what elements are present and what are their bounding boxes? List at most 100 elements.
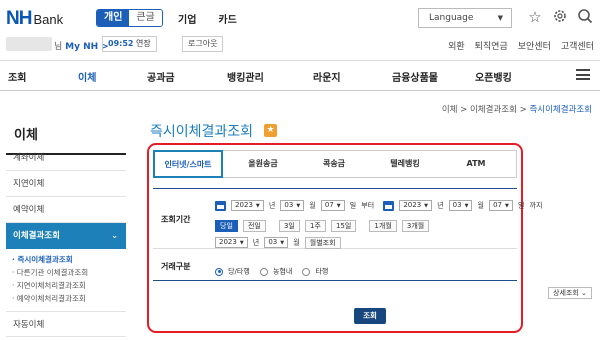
user-name-masked — [6, 37, 52, 51]
radio-within-nh[interactable] — [259, 267, 268, 276]
tab-atm[interactable]: ATM — [441, 151, 511, 177]
caret-down-icon: ▼ — [280, 240, 285, 246]
menu-icon[interactable] — [576, 69, 590, 80]
detail-search-select[interactable]: 상세조회 ⌄ — [548, 287, 592, 299]
logo-bank: Bank — [33, 12, 64, 27]
session-extend-button[interactable]: 09:52 연장 — [102, 36, 157, 52]
util-pension[interactable]: 퇴직연금 — [475, 39, 508, 52]
radio-other-banks-label: 타행 — [315, 267, 329, 276]
nav-product-mall[interactable]: 금융상품몰 — [392, 69, 438, 84]
breadcrumb-item[interactable]: 이체 — [442, 105, 458, 115]
caret-down-icon: ▼ — [505, 203, 509, 209]
nav-banking-management[interactable]: 뱅킹관리 — [227, 69, 264, 84]
sidebar-item-transfer-results[interactable]: 이체결과조회 ⌄ — [6, 223, 126, 249]
calendar-icon[interactable] — [215, 200, 226, 211]
logout-button[interactable]: 로그아웃 — [182, 36, 224, 52]
to-month-value: 03 — [452, 201, 462, 209]
personal-toggle[interactable]: 개인 — [97, 10, 130, 26]
star-icon[interactable]: ☆ — [526, 8, 544, 26]
my-nh-link[interactable]: 님 My NH > — [54, 39, 109, 52]
period-row: 조회기간 2023 ▼ 년 03 ▼ 월 07 ▼ 일 부터 2023 ▼ 년 03 ▼ … — [153, 189, 542, 249]
period-1week-button[interactable]: 1주 — [304, 219, 326, 232]
session-time: 09:52 — [108, 39, 134, 48]
from-day-value: 07 — [324, 201, 334, 209]
nav-lounge[interactable]: 라운지 — [313, 69, 341, 84]
favorite-star-icon[interactable]: ★ — [264, 124, 277, 137]
monthly-search-button[interactable]: 월별조회 — [304, 236, 341, 249]
calendar-icon[interactable] — [383, 200, 395, 211]
nav-utility-bills[interactable]: 공과금 — [147, 69, 175, 84]
monthly-month-select[interactable]: 03 ▼ — [264, 237, 289, 248]
caret-down-icon: ▼ — [239, 240, 244, 246]
from-day-select[interactable]: 07 ▼ — [320, 200, 345, 211]
radio-within-nh-label: 농협내 — [272, 267, 293, 276]
from-year-select[interactable]: 2023 ▼ — [231, 200, 264, 211]
unit-month: 월 — [293, 238, 300, 247]
period-label: 조회기간 — [161, 215, 191, 224]
sidebar-item-account-transfer[interactable]: 계좌이체 — [6, 145, 126, 171]
large-text-toggle[interactable]: 큰글 — [129, 10, 162, 26]
nav-inquiry[interactable]: 조회 — [8, 69, 26, 84]
from-month-value: 03 — [284, 201, 294, 209]
period-3day-button[interactable]: 3일 — [278, 219, 300, 232]
sidebar-sub-scheduled-results[interactable]: · 예약이체처리결과조회 — [12, 293, 86, 304]
nav-open-banking[interactable]: 오픈뱅킹 — [475, 69, 512, 84]
breadcrumb-current: 즉시이체결과조회 — [529, 105, 592, 115]
unit-day: 일 — [349, 201, 357, 210]
sidebar-item-auto-transfer[interactable]: 자동이체 — [6, 311, 126, 337]
util-forex[interactable]: 외환 — [448, 39, 465, 52]
sidebar-sub-delayed-results[interactable]: · 지연이체처리결과조회 — [12, 280, 86, 291]
nav-transfer[interactable]: 이체 — [78, 69, 96, 84]
breadcrumb-item[interactable]: 이체결과조회 — [470, 105, 517, 115]
mode-toggle[interactable]: 개인 큰글 — [96, 9, 163, 27]
type-label: 거래구분 — [161, 262, 191, 271]
breadcrumb: 이체 > 이체결과조회 > 즉시이체결과조회 — [442, 103, 592, 115]
sidebar-sub-instant-results[interactable]: · 즉시이체결과조회 — [12, 254, 73, 265]
topnav-corporate[interactable]: 기업 — [178, 11, 196, 26]
tab-allone-remit[interactable]: 올원송금 — [228, 151, 298, 177]
period-today-button[interactable]: 당일 — [215, 219, 238, 232]
unit-day: 일 — [517, 201, 525, 210]
nh-bank-logo[interactable]: NH Bank — [6, 8, 63, 30]
utility-links: 외환 퇴직연금 보안센터 고객센터 — [448, 39, 594, 52]
period-3month-button[interactable]: 3개월 — [401, 219, 430, 232]
chevron-down-icon: ⌄ — [111, 231, 118, 240]
topnav-card[interactable]: 카드 — [218, 11, 236, 26]
search-icon[interactable] — [576, 8, 594, 26]
to-day-select[interactable]: 07 ▼ — [489, 200, 513, 211]
language-select[interactable]: Language ▼ — [418, 8, 512, 28]
period-15day-button[interactable]: 15일 — [330, 219, 357, 232]
language-label: Language — [429, 13, 474, 23]
tab-internet-smart[interactable]: 인터넷/스마트 — [153, 150, 223, 178]
caret-down-icon: ▼ — [296, 203, 301, 209]
tab-telebanking[interactable]: 텔레뱅킹 — [370, 151, 440, 177]
radio-all-banks[interactable] — [215, 267, 223, 276]
radio-all-banks-label: 당/타행 — [228, 267, 250, 276]
monthly-year-value: 2023 — [219, 238, 237, 246]
period-yesterday-button[interactable]: 전일 — [242, 219, 266, 232]
unit-month: 월 — [477, 201, 484, 210]
unit-year: 년 — [437, 201, 444, 210]
caret-down-icon: ▼ — [497, 14, 503, 22]
period-1month-button[interactable]: 1개월 — [369, 219, 397, 232]
radio-other-banks[interactable] — [302, 267, 311, 276]
from-year-value: 2023 — [235, 201, 253, 209]
search-button[interactable]: 조회 — [354, 308, 386, 324]
type-radio-group: 당/타행 농협내 타행 — [215, 261, 328, 280]
caret-down-icon: ▼ — [464, 203, 469, 209]
to-year-select[interactable]: 2023 ▼ — [399, 200, 433, 211]
to-year-value: 2023 — [403, 201, 422, 209]
gear-icon[interactable] — [551, 8, 569, 26]
caret-down-icon: ▼ — [424, 203, 429, 209]
to-month-select[interactable]: 03 ▼ — [448, 200, 473, 211]
sidebar-sub-other-institution-results[interactable]: · 다른기관 이체결과조회 — [12, 267, 88, 278]
sidebar-item-delayed-transfer[interactable]: 지연이체 — [6, 171, 126, 197]
channel-tabs: 인터넷/스마트 올원송금 콕송금 텔레뱅킹 ATM — [153, 150, 517, 178]
sidebar-item-scheduled-transfer[interactable]: 예약이체 — [6, 197, 126, 223]
unit-month: 월 — [309, 201, 316, 210]
from-month-select[interactable]: 03 ▼ — [280, 200, 305, 211]
tab-cock-remit[interactable]: 콕송금 — [299, 151, 369, 177]
util-support[interactable]: 고객센터 — [561, 39, 594, 52]
monthly-year-select[interactable]: 2023 ▼ — [215, 237, 248, 248]
util-security[interactable]: 보안센터 — [518, 39, 551, 52]
